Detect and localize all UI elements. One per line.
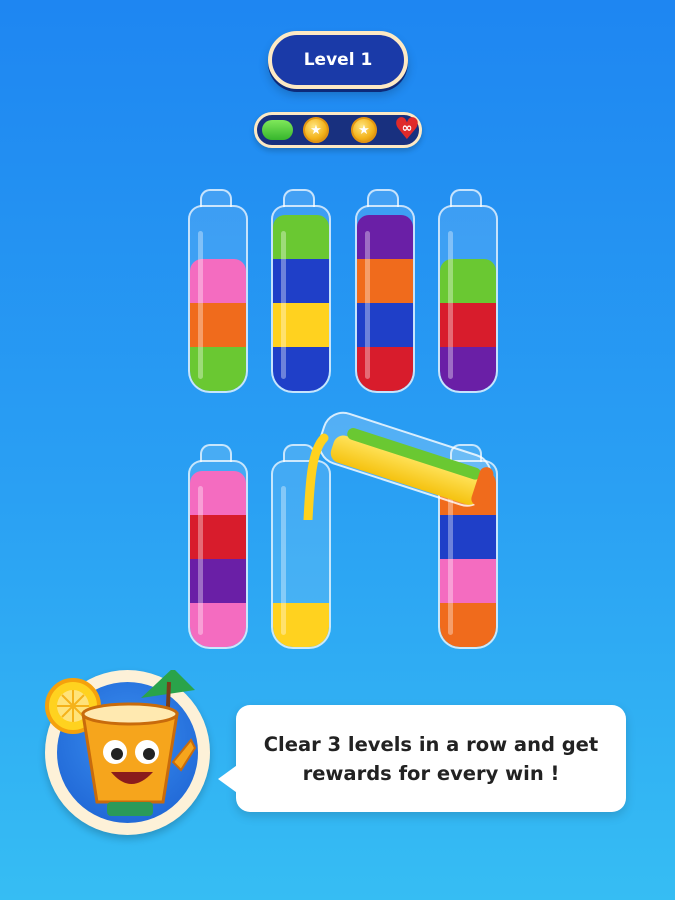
tube-3[interactable] bbox=[355, 189, 415, 393]
level-label: Level 1 bbox=[303, 50, 373, 70]
coin-icon: ★ bbox=[303, 117, 329, 143]
tip-message: Clear 3 levels in a row and get rewards … bbox=[263, 732, 599, 785]
pouring-tube bbox=[303, 411, 494, 520]
tip-speech-bubble: Clear 3 levels in a row and get rewards … bbox=[218, 705, 626, 812]
win-streak-progress-bar: ★ ★ ♥ ∞ bbox=[254, 112, 422, 148]
tube-1[interactable] bbox=[188, 189, 248, 393]
mascot-avatar bbox=[45, 670, 210, 835]
level-indicator[interactable]: Level 1 bbox=[268, 31, 408, 89]
infinity-heart-icon: ♥ ∞ bbox=[393, 112, 421, 147]
coin-icon: ★ bbox=[351, 117, 377, 143]
speech-bubble-tail bbox=[218, 763, 240, 795]
tube-2[interactable] bbox=[271, 189, 331, 393]
tube-4[interactable] bbox=[438, 189, 498, 393]
lemonade-cup-mascot-icon bbox=[45, 670, 197, 816]
tube-5[interactable] bbox=[188, 444, 248, 649]
progress-fill bbox=[262, 120, 293, 140]
